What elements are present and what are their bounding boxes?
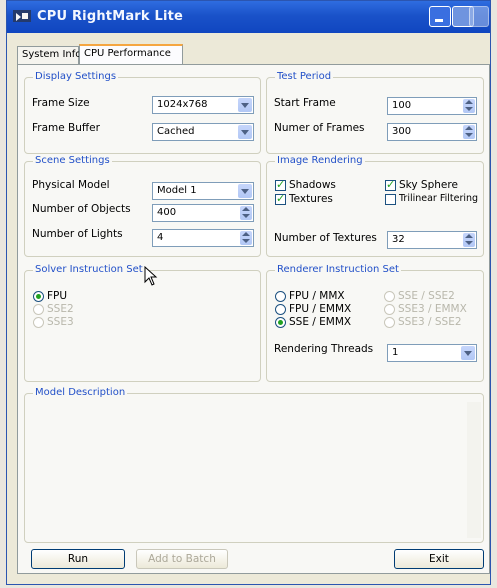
shadows-checkbox[interactable] [275, 178, 286, 191]
rendering-threads-label: Rendering Threads [274, 343, 374, 355]
start-frame-label: Start Frame [274, 97, 336, 109]
renderer-sse3-sse2-radio[interactable] [384, 317, 395, 328]
close-button[interactable] [469, 6, 489, 27]
renderer-sse3-sse2-label: SSE3 / SSE2 [398, 316, 462, 328]
group-title: Image Rendering [275, 155, 365, 166]
renderer-fpu-mmx-label: FPU / MMX [289, 290, 345, 302]
frame-buffer-combo[interactable]: Cached [152, 123, 254, 141]
start-frame-value: 100 [392, 100, 412, 111]
solver-sse2-label: SSE2 [47, 303, 74, 315]
image-rendering-group: Image Rendering Shadows Sky Sphere Textu… [266, 155, 484, 257]
spinner-arrows-icon[interactable] [240, 231, 252, 245]
chevron-down-icon[interactable] [238, 184, 252, 198]
solver-sse3-label: SSE3 [47, 316, 74, 328]
num-frames-value: 300 [392, 126, 412, 137]
renderer-fpu-mmx-radio[interactable] [275, 291, 286, 302]
renderer-instruction-set-group: Renderer Instruction Set FPU / MMX FPU /… [266, 264, 484, 382]
num-lights-spinner[interactable]: 4 [152, 229, 254, 247]
num-objects-spinner[interactable]: 400 [152, 204, 254, 222]
group-title: Scene Settings [33, 155, 112, 166]
num-objects-value: 400 [157, 207, 177, 218]
textures-checkbox[interactable] [275, 192, 286, 205]
num-lights-label: Number of Lights [32, 228, 123, 240]
run-button[interactable]: Run [31, 549, 125, 569]
solver-instruction-set-group: Solver Instruction Set FPU SSE2 SSE3 [24, 264, 261, 382]
group-title: Model Description [33, 387, 128, 398]
frame-size-combo[interactable]: 1024x768 [152, 96, 254, 114]
num-textures-value: 32 [392, 234, 405, 245]
spinner-arrows-icon[interactable] [240, 206, 252, 220]
minimize-button[interactable] [429, 6, 451, 27]
renderer-sse3-emmx-radio[interactable] [384, 304, 395, 315]
model-description-box[interactable]: Model Description [24, 387, 484, 543]
renderer-fpu-emmx-radio[interactable] [275, 304, 286, 315]
exit-button[interactable]: Exit [394, 549, 484, 569]
add-to-batch-button[interactable]: Add to Batch [136, 549, 228, 569]
app-icon [13, 10, 31, 22]
num-textures-spinner[interactable]: 32 [387, 231, 477, 249]
tab-system-info[interactable]: System Info [17, 46, 81, 64]
tab-panel: Display Settings Frame Size 1024x768 Fra… [17, 64, 490, 574]
scene-settings-group: Scene Settings Physical Model Model 1 Nu… [24, 155, 261, 257]
physical-model-label: Physical Model [32, 179, 110, 191]
textures-label: Textures [289, 193, 333, 205]
group-title: Display Settings [33, 71, 119, 82]
solver-fpu-label: FPU [47, 290, 68, 302]
num-textures-label: Number of Textures [274, 232, 377, 244]
renderer-fpu-emmx-label: FPU / EMMX [289, 303, 352, 315]
sky-sphere-label: Sky Sphere [399, 179, 458, 191]
group-title: Renderer Instruction Set [275, 264, 401, 275]
frame-size-label: Frame Size [32, 97, 90, 109]
start-frame-spinner[interactable]: 100 [387, 97, 477, 115]
num-frames-label: Numer of Frames [274, 122, 365, 134]
spinner-arrows-icon[interactable] [463, 125, 475, 139]
rendering-threads-value: 1 [392, 347, 399, 358]
trilinear-label: Trilinear Filtering [399, 193, 479, 204]
vertical-scrollbar[interactable] [467, 402, 481, 538]
app-window: CPU RightMark Lite System Info CPU Perfo… [6, 0, 491, 585]
frame-buffer-value: Cached [157, 126, 195, 137]
trilinear-checkbox[interactable] [385, 194, 396, 205]
test-period-group: Test Period Start Frame 100 Numer of Fra… [266, 71, 484, 154]
renderer-sse-sse2-radio[interactable] [384, 291, 395, 302]
shadows-label: Shadows [289, 179, 336, 191]
renderer-sse-sse2-label: SSE / SSE2 [398, 290, 455, 302]
mouse-cursor-icon [144, 266, 158, 286]
group-title: Solver Instruction Set [33, 264, 145, 275]
renderer-sse-emmx-label: SSE / EMMX [289, 316, 352, 328]
renderer-sse-emmx-radio[interactable] [275, 317, 286, 328]
window-title: CPU RightMark Lite [37, 9, 184, 24]
frame-buffer-label: Frame Buffer [32, 122, 100, 134]
physical-model-combo[interactable]: Model 1 [152, 182, 254, 200]
solver-fpu-radio[interactable] [33, 291, 44, 302]
spinner-arrows-icon[interactable] [463, 233, 475, 247]
num-frames-spinner[interactable]: 300 [387, 123, 477, 141]
chevron-down-icon[interactable] [238, 125, 252, 139]
rendering-threads-combo[interactable]: 1 [387, 344, 477, 362]
frame-size-value: 1024x768 [157, 99, 208, 110]
renderer-sse3-emmx-label: SSE3 / EMMX [398, 303, 467, 315]
chevron-down-icon[interactable] [238, 98, 252, 112]
solver-sse3-radio[interactable] [33, 317, 44, 328]
title-bar[interactable]: CPU RightMark Lite [7, 1, 490, 33]
spinner-arrows-icon[interactable] [463, 99, 475, 113]
solver-sse2-radio[interactable] [33, 304, 44, 315]
display-settings-group: Display Settings Frame Size 1024x768 Fra… [24, 71, 261, 154]
group-title: Test Period [275, 71, 334, 82]
chevron-down-icon[interactable] [461, 346, 475, 360]
num-lights-value: 4 [157, 232, 164, 243]
num-objects-label: Number of Objects [32, 203, 131, 215]
tab-cpu-performance[interactable]: CPU Performance [79, 44, 183, 64]
physical-model-value: Model 1 [157, 185, 197, 196]
sky-sphere-checkbox[interactable] [385, 178, 396, 191]
